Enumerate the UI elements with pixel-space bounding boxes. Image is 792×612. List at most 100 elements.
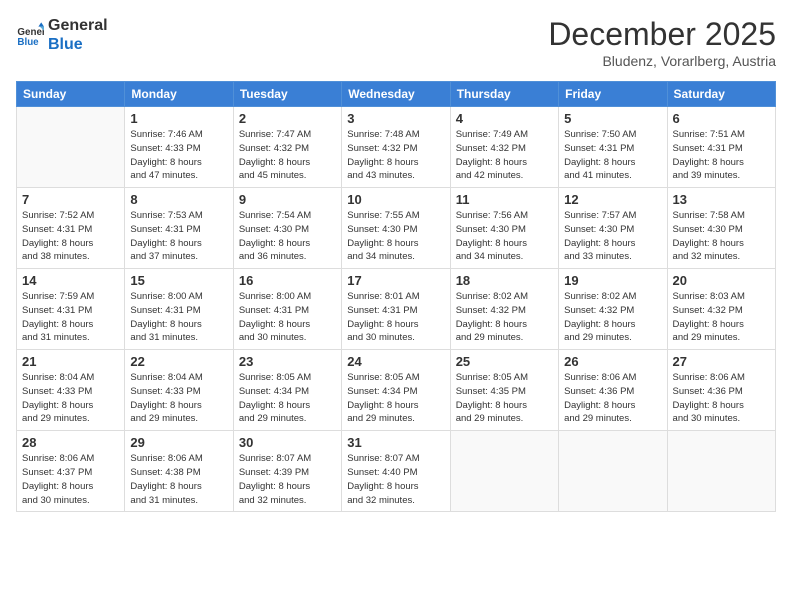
day-info: Sunrise: 7:57 AM Sunset: 4:30 PM Dayligh… [564,209,661,264]
day-number: 6 [673,111,770,126]
calendar-cell [17,107,125,188]
day-info: Sunrise: 8:06 AM Sunset: 4:37 PM Dayligh… [22,452,119,507]
day-info: Sunrise: 7:58 AM Sunset: 4:30 PM Dayligh… [673,209,770,264]
calendar-cell [667,431,775,512]
day-info: Sunrise: 8:05 AM Sunset: 4:35 PM Dayligh… [456,371,553,426]
day-number: 25 [456,354,553,369]
logo-icon: General Blue [16,21,44,49]
day-info: Sunrise: 8:04 AM Sunset: 4:33 PM Dayligh… [130,371,227,426]
day-info: Sunrise: 7:46 AM Sunset: 4:33 PM Dayligh… [130,128,227,183]
calendar-cell: 29 Sunrise: 8:06 AM Sunset: 4:38 PM Dayli… [125,431,233,512]
day-number: 13 [673,192,770,207]
weekday-header-tuesday: Tuesday [233,82,341,107]
calendar-cell: 22 Sunrise: 8:04 AM Sunset: 4:33 PM Dayli… [125,350,233,431]
day-info: Sunrise: 8:02 AM Sunset: 4:32 PM Dayligh… [456,290,553,345]
weekday-header-friday: Friday [559,82,667,107]
calendar-cell: 28 Sunrise: 8:06 AM Sunset: 4:37 PM Dayli… [17,431,125,512]
weekday-header-wednesday: Wednesday [342,82,450,107]
calendar-cell: 16Sunrise: 8:00 AM Sunset: 4:31 PM Dayli… [233,269,341,350]
day-info: Sunrise: 8:01 AM Sunset: 4:31 PM Dayligh… [347,290,444,345]
calendar-cell: 27 Sunrise: 8:06 AM Sunset: 4:36 PM Dayli… [667,350,775,431]
calendar-cell: 7Sunrise: 7:52 AM Sunset: 4:31 PM Daylig… [17,188,125,269]
day-number: 26 [564,354,661,369]
day-info: Sunrise: 7:47 AM Sunset: 4:32 PM Dayligh… [239,128,336,183]
day-info: Sunrise: 8:03 AM Sunset: 4:32 PM Dayligh… [673,290,770,345]
day-info: Sunrise: 7:49 AM Sunset: 4:32 PM Dayligh… [456,128,553,183]
calendar-cell: 4 Sunrise: 7:49 AM Sunset: 4:32 PM Daylig… [450,107,558,188]
day-number: 23 [239,354,336,369]
calendar-cell: 6 Sunrise: 7:51 AM Sunset: 4:31 PM Daylig… [667,107,775,188]
logo-line2: Blue [48,35,108,54]
calendar-cell: 18 Sunrise: 8:02 AM Sunset: 4:32 PM Dayli… [450,269,558,350]
day-number: 29 [130,435,227,450]
day-number: 3 [347,111,444,126]
calendar-cell: 15 Sunrise: 8:00 AM Sunset: 4:31 PM Dayli… [125,269,233,350]
calendar-cell: 9Sunrise: 7:54 AM Sunset: 4:30 PM Daylig… [233,188,341,269]
weekday-header-sunday: Sunday [17,82,125,107]
day-info: Sunrise: 7:59 AM Sunset: 4:31 PM Dayligh… [22,290,119,345]
calendar-cell: 26Sunrise: 8:06 AM Sunset: 4:36 PM Dayli… [559,350,667,431]
title-block: December 2025 Bludenz, Vorarlberg, Austr… [548,16,776,69]
day-number: 21 [22,354,119,369]
day-number: 31 [347,435,444,450]
calendar-cell: 30Sunrise: 8:07 AM Sunset: 4:39 PM Dayli… [233,431,341,512]
day-number: 11 [456,192,553,207]
calendar-cell: 1 Sunrise: 7:46 AM Sunset: 4:33 PM Daylig… [125,107,233,188]
week-row-4: 21 Sunrise: 8:04 AM Sunset: 4:33 PM Dayli… [17,350,776,431]
svg-text:Blue: Blue [17,37,39,48]
day-number: 1 [130,111,227,126]
day-number: 18 [456,273,553,288]
day-number: 24 [347,354,444,369]
day-number: 14 [22,273,119,288]
calendar-cell: 10 Sunrise: 7:55 AM Sunset: 4:30 PM Dayli… [342,188,450,269]
day-number: 19 [564,273,661,288]
day-info: Sunrise: 7:53 AM Sunset: 4:31 PM Dayligh… [130,209,227,264]
day-info: Sunrise: 8:00 AM Sunset: 4:31 PM Dayligh… [130,290,227,345]
day-info: Sunrise: 8:06 AM Sunset: 4:36 PM Dayligh… [673,371,770,426]
day-number: 8 [130,192,227,207]
calendar-cell: 17 Sunrise: 8:01 AM Sunset: 4:31 PM Dayli… [342,269,450,350]
calendar-cell: 23 Sunrise: 8:05 AM Sunset: 4:34 PM Dayli… [233,350,341,431]
day-number: 17 [347,273,444,288]
day-number: 10 [347,192,444,207]
day-info: Sunrise: 7:50 AM Sunset: 4:31 PM Dayligh… [564,128,661,183]
logo-line1: General [48,16,108,35]
calendar-cell: 2 Sunrise: 7:47 AM Sunset: 4:32 PM Daylig… [233,107,341,188]
calendar-cell: 11Sunrise: 7:56 AM Sunset: 4:30 PM Dayli… [450,188,558,269]
day-info: Sunrise: 7:51 AM Sunset: 4:31 PM Dayligh… [673,128,770,183]
calendar-cell [450,431,558,512]
day-number: 5 [564,111,661,126]
calendar-table: SundayMondayTuesdayWednesdayThursdayFrid… [16,81,776,512]
calendar-cell: 3 Sunrise: 7:48 AM Sunset: 4:32 PM Daylig… [342,107,450,188]
day-info: Sunrise: 8:00 AM Sunset: 4:31 PM Dayligh… [239,290,336,345]
calendar-cell: 21Sunrise: 8:04 AM Sunset: 4:33 PM Dayli… [17,350,125,431]
day-number: 2 [239,111,336,126]
calendar-cell: 31Sunrise: 8:07 AM Sunset: 4:40 PM Dayli… [342,431,450,512]
calendar-cell: 19Sunrise: 8:02 AM Sunset: 4:32 PM Dayli… [559,269,667,350]
calendar-cell: 12 Sunrise: 7:57 AM Sunset: 4:30 PM Dayli… [559,188,667,269]
day-info: Sunrise: 7:48 AM Sunset: 4:32 PM Dayligh… [347,128,444,183]
page-header: General Blue General Blue December 2025 … [16,16,776,69]
day-info: Sunrise: 7:52 AM Sunset: 4:31 PM Dayligh… [22,209,119,264]
day-number: 22 [130,354,227,369]
location-subtitle: Bludenz, Vorarlberg, Austria [548,53,776,69]
day-number: 27 [673,354,770,369]
logo: General Blue General Blue [16,16,108,54]
week-row-5: 28 Sunrise: 8:06 AM Sunset: 4:37 PM Dayli… [17,431,776,512]
day-info: Sunrise: 8:07 AM Sunset: 4:39 PM Dayligh… [239,452,336,507]
day-number: 15 [130,273,227,288]
day-number: 4 [456,111,553,126]
calendar-cell: 24 Sunrise: 8:05 AM Sunset: 4:34 PM Dayli… [342,350,450,431]
calendar-cell: 20 Sunrise: 8:03 AM Sunset: 4:32 PM Dayli… [667,269,775,350]
day-info: Sunrise: 8:05 AM Sunset: 4:34 PM Dayligh… [347,371,444,426]
day-info: Sunrise: 8:05 AM Sunset: 4:34 PM Dayligh… [239,371,336,426]
day-number: 20 [673,273,770,288]
calendar-cell: 25 Sunrise: 8:05 AM Sunset: 4:35 PM Dayli… [450,350,558,431]
day-info: Sunrise: 8:06 AM Sunset: 4:38 PM Dayligh… [130,452,227,507]
weekday-header-thursday: Thursday [450,82,558,107]
day-number: 28 [22,435,119,450]
day-number: 12 [564,192,661,207]
week-row-1: 1 Sunrise: 7:46 AM Sunset: 4:33 PM Daylig… [17,107,776,188]
day-info: Sunrise: 7:55 AM Sunset: 4:30 PM Dayligh… [347,209,444,264]
weekday-header-saturday: Saturday [667,82,775,107]
